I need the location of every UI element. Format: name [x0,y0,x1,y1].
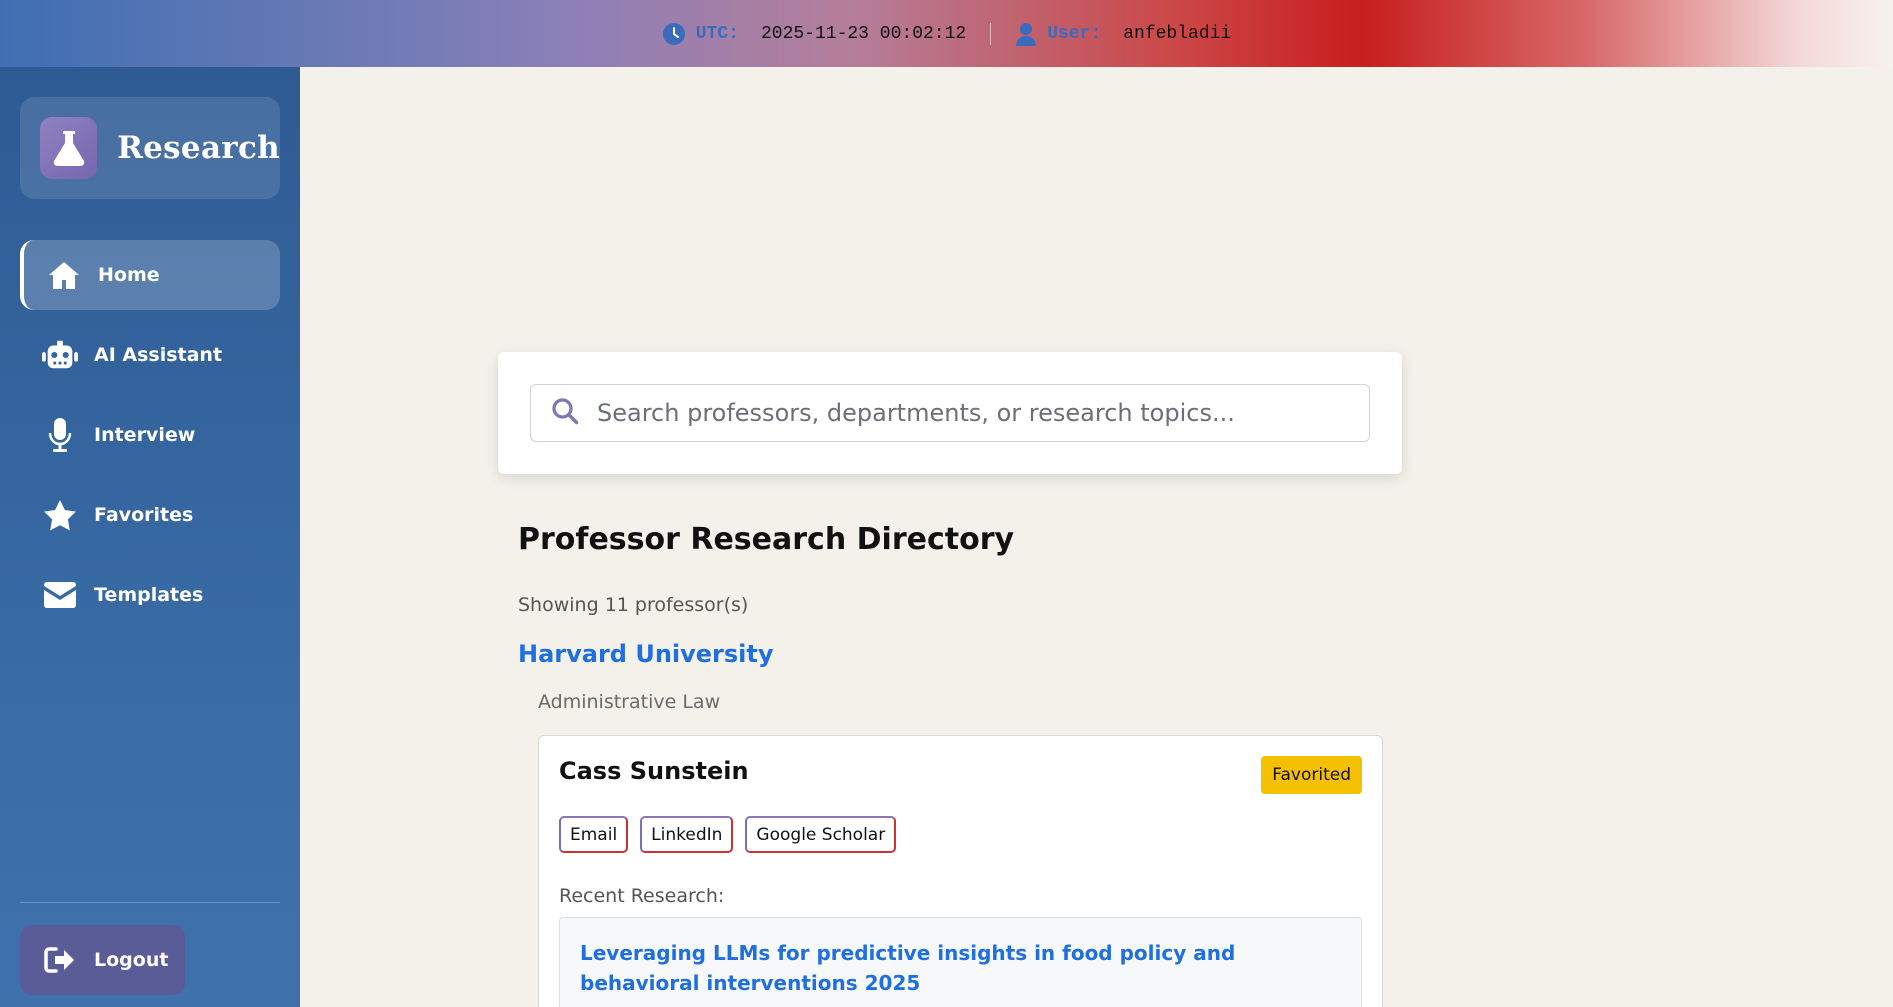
recent-research-label: Recent Research: [559,885,725,907]
home-icon [46,257,82,293]
email-link-button[interactable]: Email [559,816,629,853]
search-input[interactable] [597,399,1357,427]
sidebar-item-home[interactable]: Home [20,240,280,310]
logout-icon [42,942,78,978]
sidebar-divider [20,902,280,903]
user-value: anfebladii [1123,23,1232,44]
logout-label: Logout [94,949,169,971]
sidebar-item-label: Templates [94,584,204,606]
user-group: User: anfebladii [1015,22,1231,46]
sidebar-item-templates[interactable]: Templates [20,560,280,630]
utc-value: 2025-11-23 00:02:12 [760,23,967,44]
paper-title-link[interactable]: Leveraging LLMs for predictive insights … [580,938,1300,998]
sidebar-item-ai-assistant[interactable]: AI Assistant [20,320,280,390]
page-title: Professor Research Directory [518,522,1015,557]
user-label: User: [1047,23,1102,44]
flask-icon [40,117,98,179]
department-heading: Administrative Law [538,691,721,713]
utc-label: UTC: [695,23,739,44]
sidebar-item-label: Interview [94,424,196,446]
microphone-icon [42,417,78,453]
linkedin-link-button[interactable]: LinkedIn [640,816,734,853]
result-count: Showing 11 professor(s) [518,594,749,616]
professor-name: Cass Sunstein [559,757,749,785]
clock-icon [662,22,686,46]
sidebar-item-label: Favorites [94,504,194,526]
top-status-bar: UTC: 2025-11-23 00:02:12 User: anfebladi… [0,0,1893,67]
sidebar-item-label: AI Assistant [94,344,223,366]
search-card [498,352,1402,474]
brand-logo[interactable]: Research [20,97,280,199]
utc-group: UTC: 2025-11-23 00:02:12 [662,22,966,46]
robot-icon [42,337,78,373]
favorited-badge[interactable]: Favorited [1261,756,1362,794]
user-icon [1015,22,1037,46]
star-icon [42,497,78,533]
sidebar-item-interview[interactable]: Interview [20,400,280,470]
sidebar: Research Home AI Assistant Interview Fav… [0,67,300,1007]
professor-links: Email LinkedIn Google Scholar [559,816,897,853]
brand-title: Research [117,130,280,166]
sidebar-item-label: Home [98,264,160,286]
paper-item: Leveraging LLMs for predictive insights … [559,917,1362,1007]
google-scholar-link-button[interactable]: Google Scholar [745,816,897,853]
search-icon [551,397,579,430]
professor-card: Cass Sunstein Favorited Email LinkedIn G… [538,735,1383,1007]
logout-button[interactable]: Logout [20,925,185,995]
search-box[interactable] [530,384,1370,442]
topbar-divider [990,22,992,45]
envelope-icon [42,577,78,613]
sidebar-item-favorites[interactable]: Favorites [20,480,280,550]
university-link[interactable]: Harvard University [518,640,774,668]
